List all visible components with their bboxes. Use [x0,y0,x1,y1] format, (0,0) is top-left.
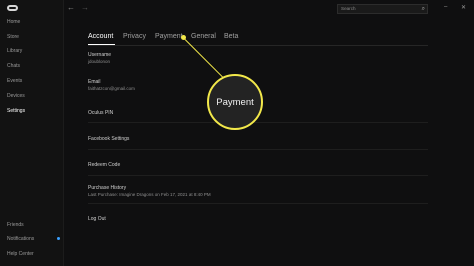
redeem-code-button[interactable]: Redeem Code [88,162,120,168]
sidebar-item-chats[interactable]: Chats [7,63,20,69]
divider [88,203,428,204]
search-input[interactable]: Search ⌕ [337,4,428,14]
sidebar: Home Store Library Chats Events Devices … [0,0,64,266]
divider [88,122,428,123]
purchase-history-button[interactable]: Purchase History [88,185,126,191]
sidebar-item-friends[interactable]: Friends [7,222,24,228]
facebook-settings-button[interactable]: Facebook Settings [88,136,129,142]
sidebar-item-notifications[interactable]: Notifications [7,236,34,242]
log-out-button[interactable]: Log Out [88,216,106,222]
notification-dot [57,237,60,240]
sidebar-item-devices[interactable]: Devices [7,93,25,99]
tab-payment[interactable]: Payment [155,33,183,40]
callout-pointer-dot [181,35,186,40]
sidebar-item-settings[interactable]: Settings [7,108,25,114]
callout-label: Payment [216,96,254,108]
oculus-logo-icon [7,5,18,11]
tab-divider [88,45,428,46]
close-icon[interactable]: ✕ [461,4,466,11]
tab-account[interactable]: Account [88,33,113,40]
forward-arrow-icon[interactable]: → [81,3,89,12]
search-placeholder: Search [341,6,356,11]
email-label: Email [88,79,101,85]
back-arrow-icon[interactable]: ← [67,3,75,12]
email-value: faithatzcon@gmail.com [88,86,135,91]
payment-callout: Payment [207,74,263,130]
tab-privacy[interactable]: Privacy [123,33,146,40]
sidebar-item-home[interactable]: Home [7,19,20,25]
purchase-history-value: Last Purchase: Imagine Dragons on Feb 17… [88,192,211,197]
oculus-pin-button[interactable]: Oculus PIN [88,110,113,116]
username-label: Username [88,52,112,58]
search-icon[interactable]: ⌕ [422,5,425,13]
username-value: jdoublonon [88,59,111,64]
divider [88,175,428,176]
minimize-icon[interactable]: – [444,4,447,10]
tab-beta[interactable]: Beta [224,33,238,40]
tab-general[interactable]: General [191,33,216,40]
divider [88,149,428,150]
sidebar-item-library[interactable]: Library [7,48,22,54]
sidebar-item-store[interactable]: Store [7,34,19,40]
sidebar-item-help-center[interactable]: Help Center [7,251,34,257]
sidebar-item-events[interactable]: Events [7,78,22,84]
